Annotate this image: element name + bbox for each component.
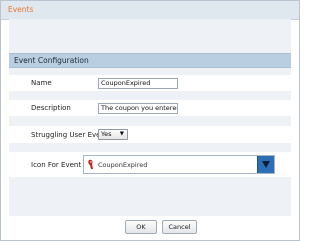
dialog-titlebar: Events — [1, 1, 299, 20]
dialog-title: Events — [8, 5, 34, 14]
events-dialog: Events Event Configuration Name CouponEx… — [0, 0, 300, 241]
chevron-down-icon — [262, 161, 270, 168]
name-label: Name — [31, 79, 52, 87]
description-row: Description The coupon you entered — [9, 100, 291, 116]
cancel-button[interactable]: Cancel — [162, 220, 197, 234]
chevron-down-icon: ▼ — [119, 131, 124, 137]
name-input[interactable]: CouponExpired — [98, 78, 178, 89]
description-input[interactable]: The coupon you entered — [98, 103, 178, 114]
ok-button[interactable]: OK — [125, 220, 157, 234]
description-label: Description — [31, 104, 71, 112]
section-header: Event Configuration — [9, 53, 291, 68]
icon-dropdown-button[interactable] — [257, 156, 274, 173]
struggling-select[interactable]: Yes ▼ — [98, 129, 128, 140]
struggling-value: Yes — [101, 130, 112, 138]
section-title: Event Configuration — [14, 56, 89, 65]
struggling-label: Struggling User Event — [31, 131, 108, 139]
icon-select-value: CouponExpired — [98, 161, 148, 169]
icon-label: Icon For Event — [31, 161, 82, 169]
red-pin-icon — [88, 159, 95, 172]
struggling-row: Struggling User Event Yes ▼ — [9, 126, 291, 143]
icon-select[interactable]: CouponExpired — [83, 155, 275, 174]
icon-row: Icon For Event CouponExpired — [9, 152, 291, 177]
name-row: Name CouponExpired — [9, 75, 291, 91]
dialog-content: Event Configuration Name CouponExpired D… — [9, 19, 291, 216]
